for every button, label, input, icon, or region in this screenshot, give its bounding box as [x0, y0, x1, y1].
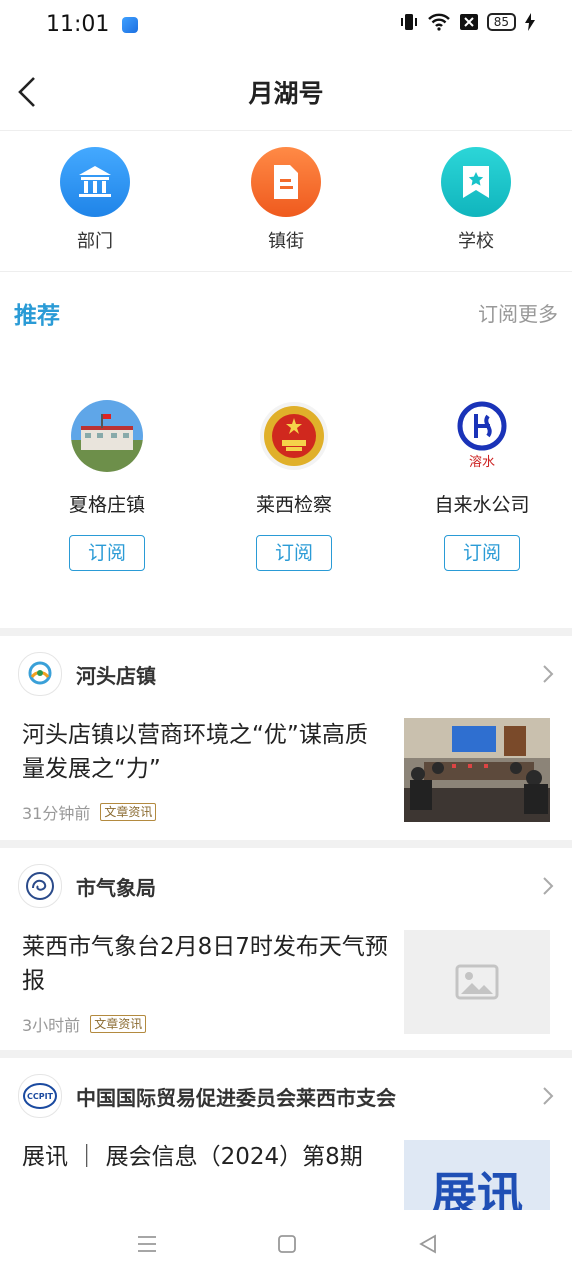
town-photo-avatar[interactable] — [71, 400, 143, 472]
category-schools[interactable]: 学校 — [416, 147, 536, 253]
sim-x-icon — [459, 14, 478, 30]
image-placeholder-icon — [455, 964, 499, 1000]
status-time: 11:01 — [46, 12, 110, 37]
category-towns[interactable]: 镇街 — [226, 147, 346, 253]
article-card[interactable]: 河头店镇 河头店镇以营商环境之“优”谋高质量发展之“力” 31分钟前 文章资讯 — [0, 636, 572, 840]
source-name: 中国国际贸易促进委员会莱西市支会 — [76, 1085, 396, 1110]
recommend-heading: 推荐 — [14, 303, 60, 329]
chevron-right-icon[interactable] — [542, 664, 554, 684]
building-icon — [60, 147, 130, 217]
ccpit-logo-icon: CCPIT — [18, 1074, 62, 1118]
app-notification-icon — [122, 17, 138, 33]
article-time: 31分钟前 — [22, 804, 91, 823]
status-icons: 85 — [399, 12, 536, 32]
star-bookmark-icon — [441, 147, 511, 217]
image-placeholder[interactable] — [404, 930, 550, 1034]
category-label: 部门 — [77, 231, 113, 252]
chevron-right-icon[interactable] — [542, 876, 554, 896]
article-title[interactable]: 莱西市气象台2月8日7时发布天气预报 — [22, 930, 390, 998]
category-departments[interactable]: 部门 — [35, 147, 155, 253]
article-card[interactable]: CCPIT 中国国际贸易促进委员会莱西市支会 展讯 ｜ 展会信息（2024）第8… — [0, 1058, 572, 1210]
subscribe-button[interactable]: 订阅 — [444, 535, 520, 571]
subscribe-button[interactable]: 订阅 — [69, 535, 145, 571]
page-title: 月湖号 — [248, 79, 324, 108]
charging-icon — [525, 13, 535, 31]
category-label: 镇街 — [268, 231, 304, 252]
expo-news-thumbnail[interactable]: 展讯 — [404, 1140, 550, 1210]
article-source[interactable]: 河头店镇 — [18, 652, 156, 696]
article-title[interactable]: 展讯 ｜ 展会信息（2024）第8期 — [22, 1140, 390, 1174]
source-logo-icon — [18, 652, 62, 696]
article-title[interactable]: 河头店镇以营商环境之“优”谋高质量发展之“力” — [22, 718, 390, 786]
article-source[interactable]: 市气象局 — [18, 864, 156, 908]
section-divider — [0, 1050, 572, 1058]
battery-indicator: 85 — [486, 13, 516, 31]
water-company-logo[interactable]: 溶水 — [446, 400, 518, 472]
recommend-name: 夏格庄镇 — [68, 494, 145, 516]
source-name: 市气象局 — [76, 875, 156, 900]
document-icon — [251, 147, 321, 217]
source-name: 河头店镇 — [76, 663, 156, 688]
top-bar: 月湖号 — [0, 50, 572, 131]
logo-text: 溶水 — [469, 455, 495, 470]
article-tag: 文章资讯 — [100, 803, 157, 821]
recommend-name: 自来水公司 — [434, 494, 530, 516]
article-time: 3小时前 — [22, 1016, 81, 1035]
menu-icon[interactable] — [135, 1232, 159, 1256]
thumbnail-text: 展讯 — [431, 1167, 523, 1210]
recommend-item: 莱西检察 订阅 — [214, 400, 374, 571]
weather-bureau-logo-icon — [18, 864, 62, 908]
category-row: 部门 镇街 学校 — [0, 131, 572, 272]
section-divider — [0, 628, 572, 636]
subscribe-button[interactable]: 订阅 — [256, 535, 332, 571]
subscribe-more-link[interactable]: 订阅更多 — [478, 298, 558, 327]
vibrate-icon — [400, 14, 417, 30]
ccpit-logo-text: CCPIT — [27, 1092, 54, 1101]
recommend-item: 夏格庄镇 订阅 — [27, 400, 187, 571]
article-meta: 31分钟前 文章资讯 — [22, 800, 157, 824]
system-nav-bar — [0, 1210, 572, 1280]
article-source[interactable]: CCPIT 中国国际贸易促进委员会莱西市支会 — [18, 1074, 396, 1118]
recommend-item: 溶水 自来水公司 订阅 — [402, 400, 562, 571]
home-icon[interactable] — [275, 1232, 299, 1256]
recommend-name: 莱西检察 — [255, 494, 332, 516]
procuratorate-emblem[interactable] — [258, 400, 330, 472]
article-meta: 3小时前 文章资讯 — [22, 1012, 147, 1036]
section-divider — [0, 840, 572, 848]
article-tag: 文章资讯 — [90, 1015, 147, 1033]
status-bar: 11:01 85 — [0, 0, 572, 50]
category-label: 学校 — [458, 231, 494, 252]
meeting-photo-thumbnail[interactable] — [404, 718, 550, 822]
back-triangle-icon[interactable] — [416, 1232, 440, 1256]
wifi-icon — [427, 13, 450, 31]
chevron-right-icon[interactable] — [542, 1086, 554, 1106]
article-card[interactable]: 市气象局 莱西市气象台2月8日7时发布天气预报 3小时前 文章资讯 — [0, 848, 572, 1050]
